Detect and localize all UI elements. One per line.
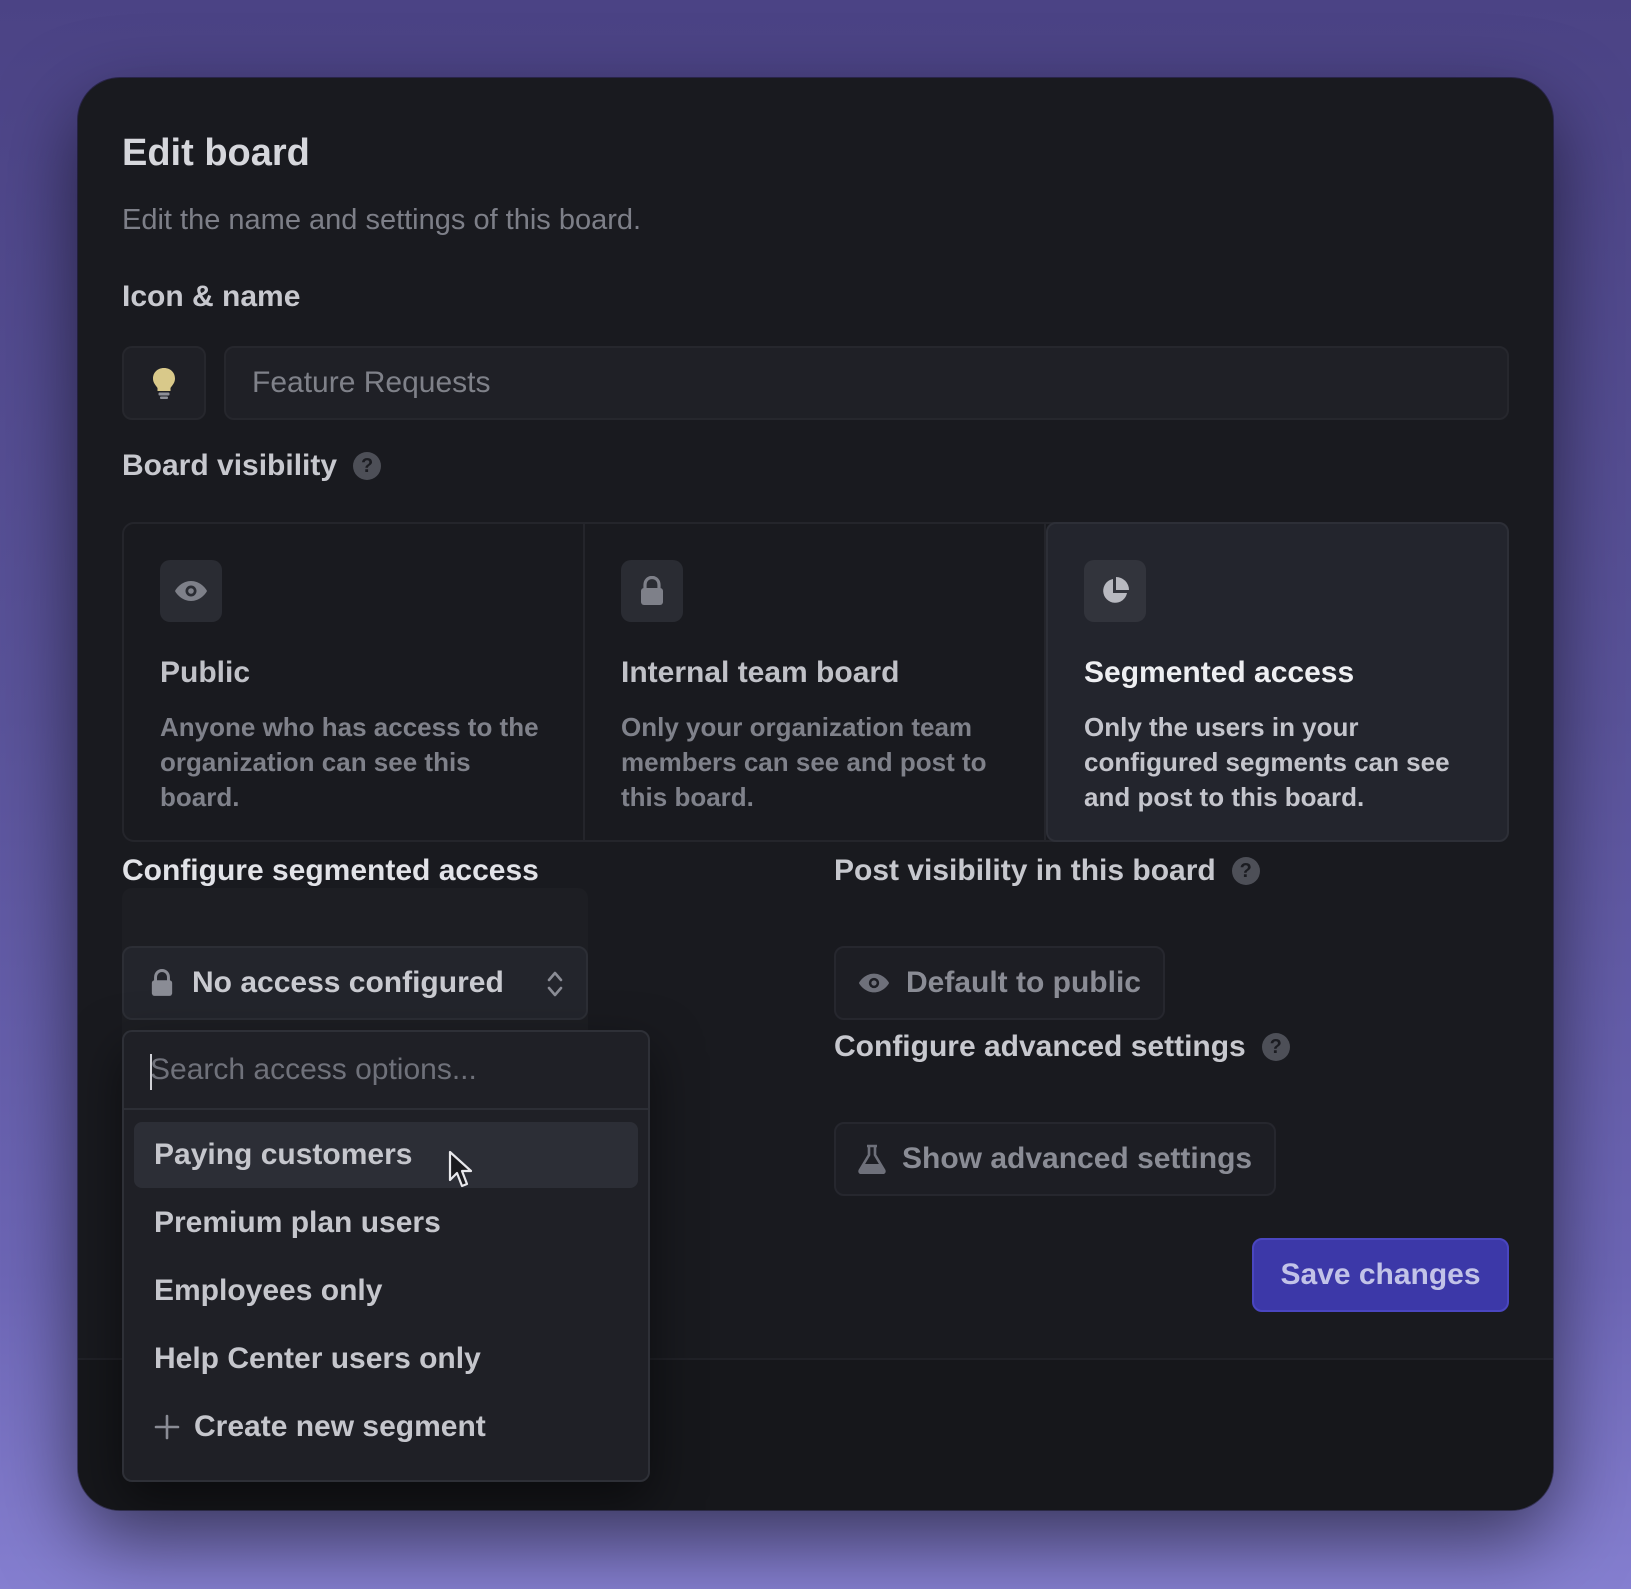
- post-visibility-label-text: Post visibility in this board: [834, 854, 1216, 887]
- modal-subtitle: Edit the name and settings of this board…: [122, 204, 642, 236]
- eye-icon: [160, 560, 222, 622]
- segment-dropdown: Paying customers Premium plan users Empl…: [122, 1030, 650, 1482]
- board-icon-picker[interactable]: [122, 346, 206, 420]
- segment-access-select[interactable]: No access configured: [122, 946, 588, 1020]
- flask-icon: [858, 1144, 886, 1174]
- modal-title: Edit board: [122, 132, 310, 174]
- board-name-input[interactable]: [224, 346, 1509, 420]
- text-caret: [150, 1054, 152, 1090]
- lock-icon: [151, 969, 173, 996]
- visibility-option-description: Anyone who has access to the organizatio…: [160, 712, 539, 812]
- board-visibility-label-text: Board visibility: [122, 449, 338, 482]
- icon-name-label: Icon & name: [122, 280, 300, 314]
- help-icon[interactable]: ?: [1231, 857, 1260, 885]
- segment-option-label: Help Center users only: [154, 1342, 481, 1375]
- icon-name-label-text: Icon & name: [122, 280, 301, 313]
- visibility-options: Public Anyone who has access to the orga…: [122, 522, 1509, 842]
- post-visibility-value: Default to public: [906, 966, 1141, 999]
- advanced-settings-label: Configure advanced settings ?: [834, 1030, 1290, 1064]
- chevron-up-down-icon: [547, 971, 563, 997]
- post-visibility-button[interactable]: Default to public: [834, 946, 1165, 1020]
- segment-access-select-value: No access configured: [192, 966, 504, 999]
- visibility-option-internal[interactable]: Internal team board Only your organizati…: [585, 524, 1046, 840]
- help-icon[interactable]: ?: [353, 452, 382, 480]
- visibility-option-title: Internal team board: [621, 656, 900, 689]
- search-access-input[interactable]: [124, 1032, 648, 1110]
- visibility-option-segmented[interactable]: Segmented access Only the users in your …: [1046, 522, 1509, 842]
- segment-option-paying-customers[interactable]: Paying customers: [134, 1122, 638, 1188]
- segment-option-label: Employees only: [154, 1274, 383, 1307]
- segment-option-employees-only[interactable]: Employees only: [134, 1258, 638, 1324]
- pie-chart-icon: [1084, 560, 1146, 622]
- mouse-cursor-icon: [448, 1150, 473, 1188]
- show-advanced-settings-button[interactable]: Show advanced settings: [834, 1122, 1277, 1196]
- segment-option-help-center-users[interactable]: Help Center users only: [134, 1326, 638, 1392]
- segmented-access-label-text: Configure segmented access: [122, 854, 539, 887]
- visibility-option-title: Segmented access: [1084, 656, 1355, 689]
- segment-option-label: Paying customers: [154, 1138, 413, 1171]
- show-advanced-settings-label: Show advanced settings: [902, 1142, 1253, 1175]
- segmented-access-label: Configure segmented access: [122, 854, 539, 888]
- create-new-segment-label: Create new segment: [194, 1410, 486, 1443]
- post-visibility-label: Post visibility in this board ?: [834, 854, 1260, 888]
- eye-icon: [858, 973, 890, 993]
- visibility-option-description: Only your organization team members can …: [621, 712, 987, 812]
- segment-option-premium-plan-users[interactable]: Premium plan users: [134, 1190, 638, 1256]
- visibility-option-public[interactable]: Public Anyone who has access to the orga…: [124, 524, 585, 840]
- plus-icon: [154, 1414, 180, 1440]
- segment-option-label: Premium plan users: [154, 1206, 441, 1239]
- save-changes-button[interactable]: Save changes: [1252, 1238, 1509, 1312]
- edit-board-modal: Edit board Edit the name and settings of…: [78, 78, 1553, 1510]
- help-icon[interactable]: ?: [1261, 1033, 1290, 1061]
- visibility-option-title: Public: [160, 656, 251, 689]
- create-new-segment-option[interactable]: Create new segment: [134, 1394, 638, 1460]
- board-visibility-label: Board visibility ?: [122, 449, 382, 483]
- visibility-option-description: Only the users in your configured segmen…: [1084, 712, 1450, 812]
- lightbulb-icon: [153, 368, 175, 399]
- lock-icon: [621, 560, 683, 622]
- advanced-settings-label-text: Configure advanced settings: [834, 1030, 1246, 1063]
